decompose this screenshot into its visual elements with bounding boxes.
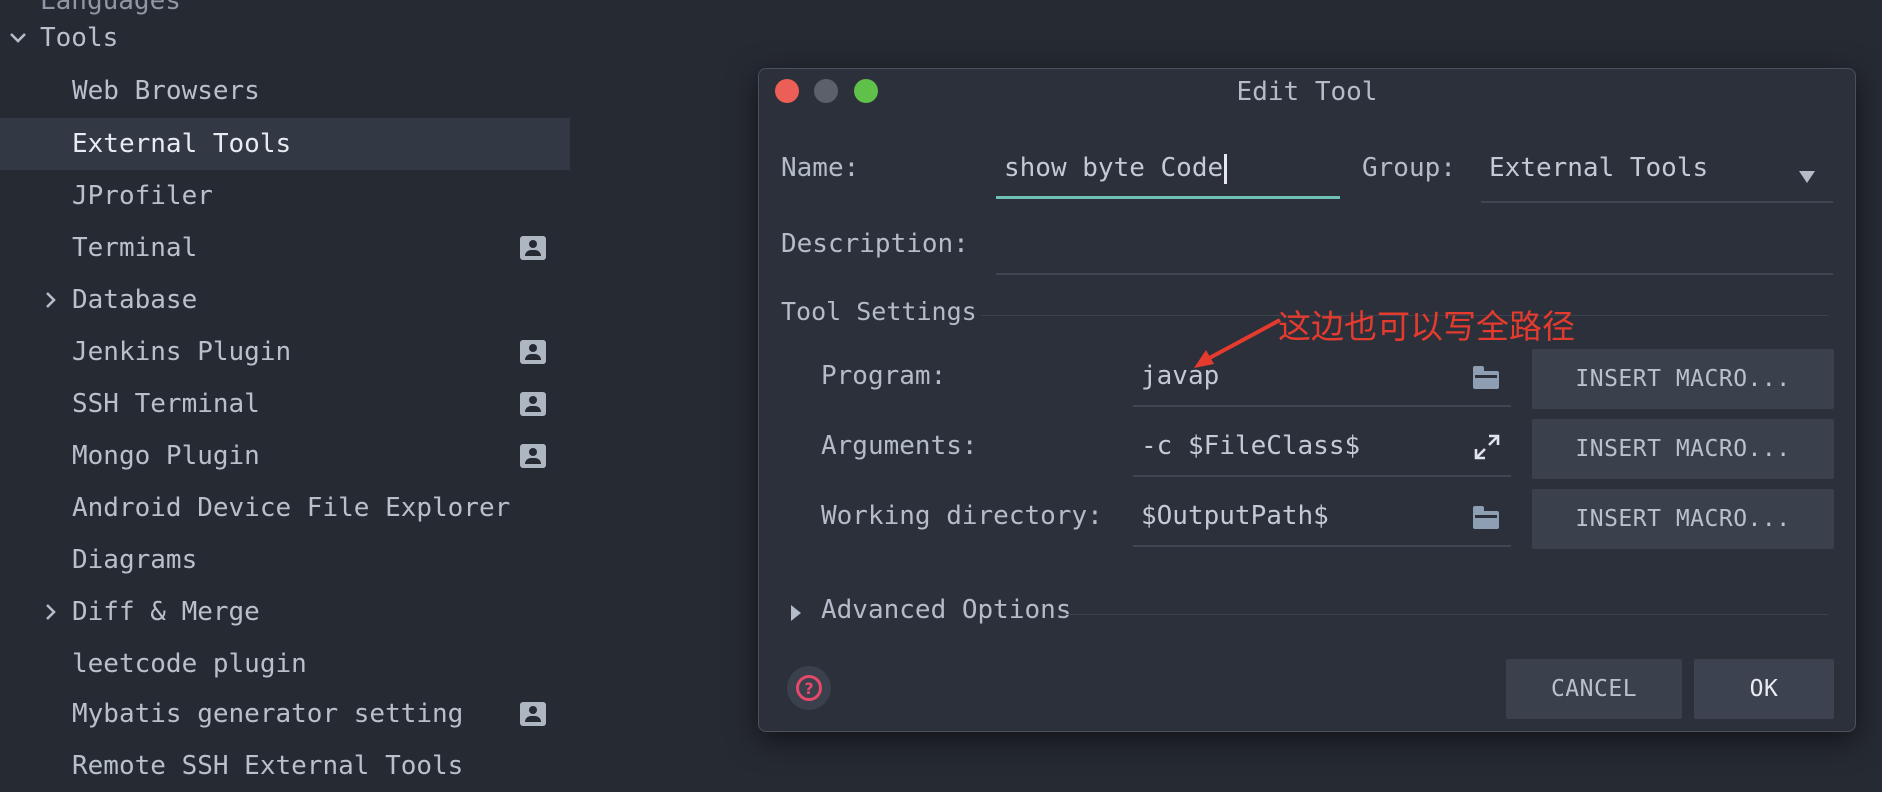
sidebar-item-label: Terminal: [72, 233, 198, 263]
sidebar-item-terminal[interactable]: Terminal: [0, 222, 570, 274]
project-level-icon: [520, 236, 546, 260]
advanced-options-toggle[interactable]: Advanced Options: [789, 595, 1071, 631]
sidebar-item-jenkins-plugin[interactable]: Jenkins Plugin: [0, 326, 570, 378]
folder-icon[interactable]: [1473, 506, 1499, 529]
help-button[interactable]: ?: [787, 666, 831, 710]
sidebar-item-label: External Tools: [72, 129, 292, 159]
program-label: Program:: [821, 361, 947, 391]
name-field[interactable]: show byte Code: [996, 147, 1340, 199]
group-label: Group:: [1362, 153, 1456, 183]
project-level-icon: [520, 340, 546, 364]
sidebar-item-label: Web Browsers: [72, 76, 260, 106]
group-dropdown[interactable]: External Tools: [1481, 147, 1833, 203]
edit-tool-dialog: Edit Tool Name: show byte Code Group: Ex…: [758, 68, 1856, 732]
text-caret: [1224, 153, 1228, 184]
sidebar-item-label: Remote SSH External Tools: [72, 751, 464, 781]
cancel-button[interactable]: CANCEL: [1506, 659, 1682, 719]
sidebar-item-label: JProfiler: [72, 181, 213, 211]
arguments-label: Arguments:: [821, 431, 978, 461]
sidebar-item-label: Diff & Merge: [72, 597, 260, 627]
sidebar-item-label: Mongo Plugin: [72, 441, 260, 471]
chevron-right-icon[interactable]: [36, 274, 66, 326]
sidebar-item-diff-merge[interactable]: Diff & Merge: [0, 586, 570, 638]
sidebar-item-database[interactable]: Database: [0, 274, 570, 326]
sidebar-item-external-tools[interactable]: External Tools: [0, 118, 570, 170]
arguments-field[interactable]: -c $FileClass$: [1133, 419, 1511, 477]
description-label: Description:: [781, 229, 969, 259]
sidebar-item-label: Diagrams: [72, 545, 198, 575]
sidebar-item-web-browsers[interactable]: Web Browsers: [0, 65, 570, 117]
sidebar-item-remote-ssh-external-tools[interactable]: Remote SSH External Tools: [0, 740, 570, 792]
sidebar-item-ssh-terminal[interactable]: SSH Terminal: [0, 378, 570, 430]
working-directory-field[interactable]: $OutputPath$: [1133, 489, 1511, 547]
settings-sidebar: Languages Tools Web Browsers External To…: [0, 0, 570, 781]
sidebar-item-tools[interactable]: Tools: [0, 12, 570, 64]
sidebar-item-label: SSH Terminal: [72, 389, 260, 419]
description-field[interactable]: [996, 219, 1833, 275]
help-icon: ?: [796, 675, 822, 701]
project-level-icon: [520, 702, 546, 726]
tool-settings-heading: Tool Settings: [781, 297, 977, 326]
sidebar-item-label: Android Device File Explorer: [72, 493, 511, 523]
chevron-right-icon[interactable]: [36, 586, 66, 638]
project-level-icon: [520, 444, 546, 468]
sidebar-item-label: Database: [72, 285, 198, 315]
sidebar-item-leetcode-plugin[interactable]: leetcode plugin: [0, 638, 570, 690]
dropdown-arrow-icon: [1799, 171, 1815, 183]
sidebar-item-label: Jenkins Plugin: [72, 337, 292, 367]
advanced-options-label: Advanced Options: [821, 595, 1072, 625]
ok-button[interactable]: OK: [1694, 659, 1834, 719]
sidebar-item-label: leetcode plugin: [72, 649, 307, 679]
expand-icon[interactable]: [1473, 433, 1501, 468]
working-directory-label: Working directory:: [821, 501, 1103, 531]
insert-macro-button-arguments[interactable]: INSERT MACRO...: [1532, 419, 1834, 479]
sidebar-item-jprofiler[interactable]: JProfiler: [0, 170, 570, 222]
sidebar-item-mongo-plugin[interactable]: Mongo Plugin: [0, 430, 570, 482]
insert-macro-button-program[interactable]: INSERT MACRO...: [1532, 349, 1834, 409]
name-value: show byte Code: [1004, 153, 1224, 183]
working-directory-value: $OutputPath$: [1141, 501, 1329, 531]
expand-triangle-icon: [791, 605, 801, 621]
sidebar-item-mybatis-generator-setting[interactable]: Mybatis generator setting: [0, 688, 570, 740]
project-level-icon: [520, 392, 546, 416]
folder-icon[interactable]: [1473, 366, 1499, 389]
sidebar-item-android-device-file-explorer[interactable]: Android Device File Explorer: [0, 482, 570, 534]
sidebar-item-label: Mybatis generator setting: [72, 699, 464, 729]
dialog-title: Edit Tool: [1236, 77, 1378, 107]
sidebar-item-diagrams[interactable]: Diagrams: [0, 534, 570, 586]
advanced-options-separator: [1064, 614, 1828, 615]
name-label: Name:: [781, 153, 860, 183]
sidebar-item-label: Tools: [40, 23, 119, 53]
insert-macro-button-working-directory[interactable]: INSERT MACRO...: [1532, 489, 1834, 549]
annotation-text: 这边也可以写全路径: [1278, 307, 1575, 346]
chevron-down-icon[interactable]: [3, 12, 33, 64]
group-value: External Tools: [1489, 153, 1709, 183]
arguments-value: -c $FileClass$: [1141, 431, 1361, 461]
